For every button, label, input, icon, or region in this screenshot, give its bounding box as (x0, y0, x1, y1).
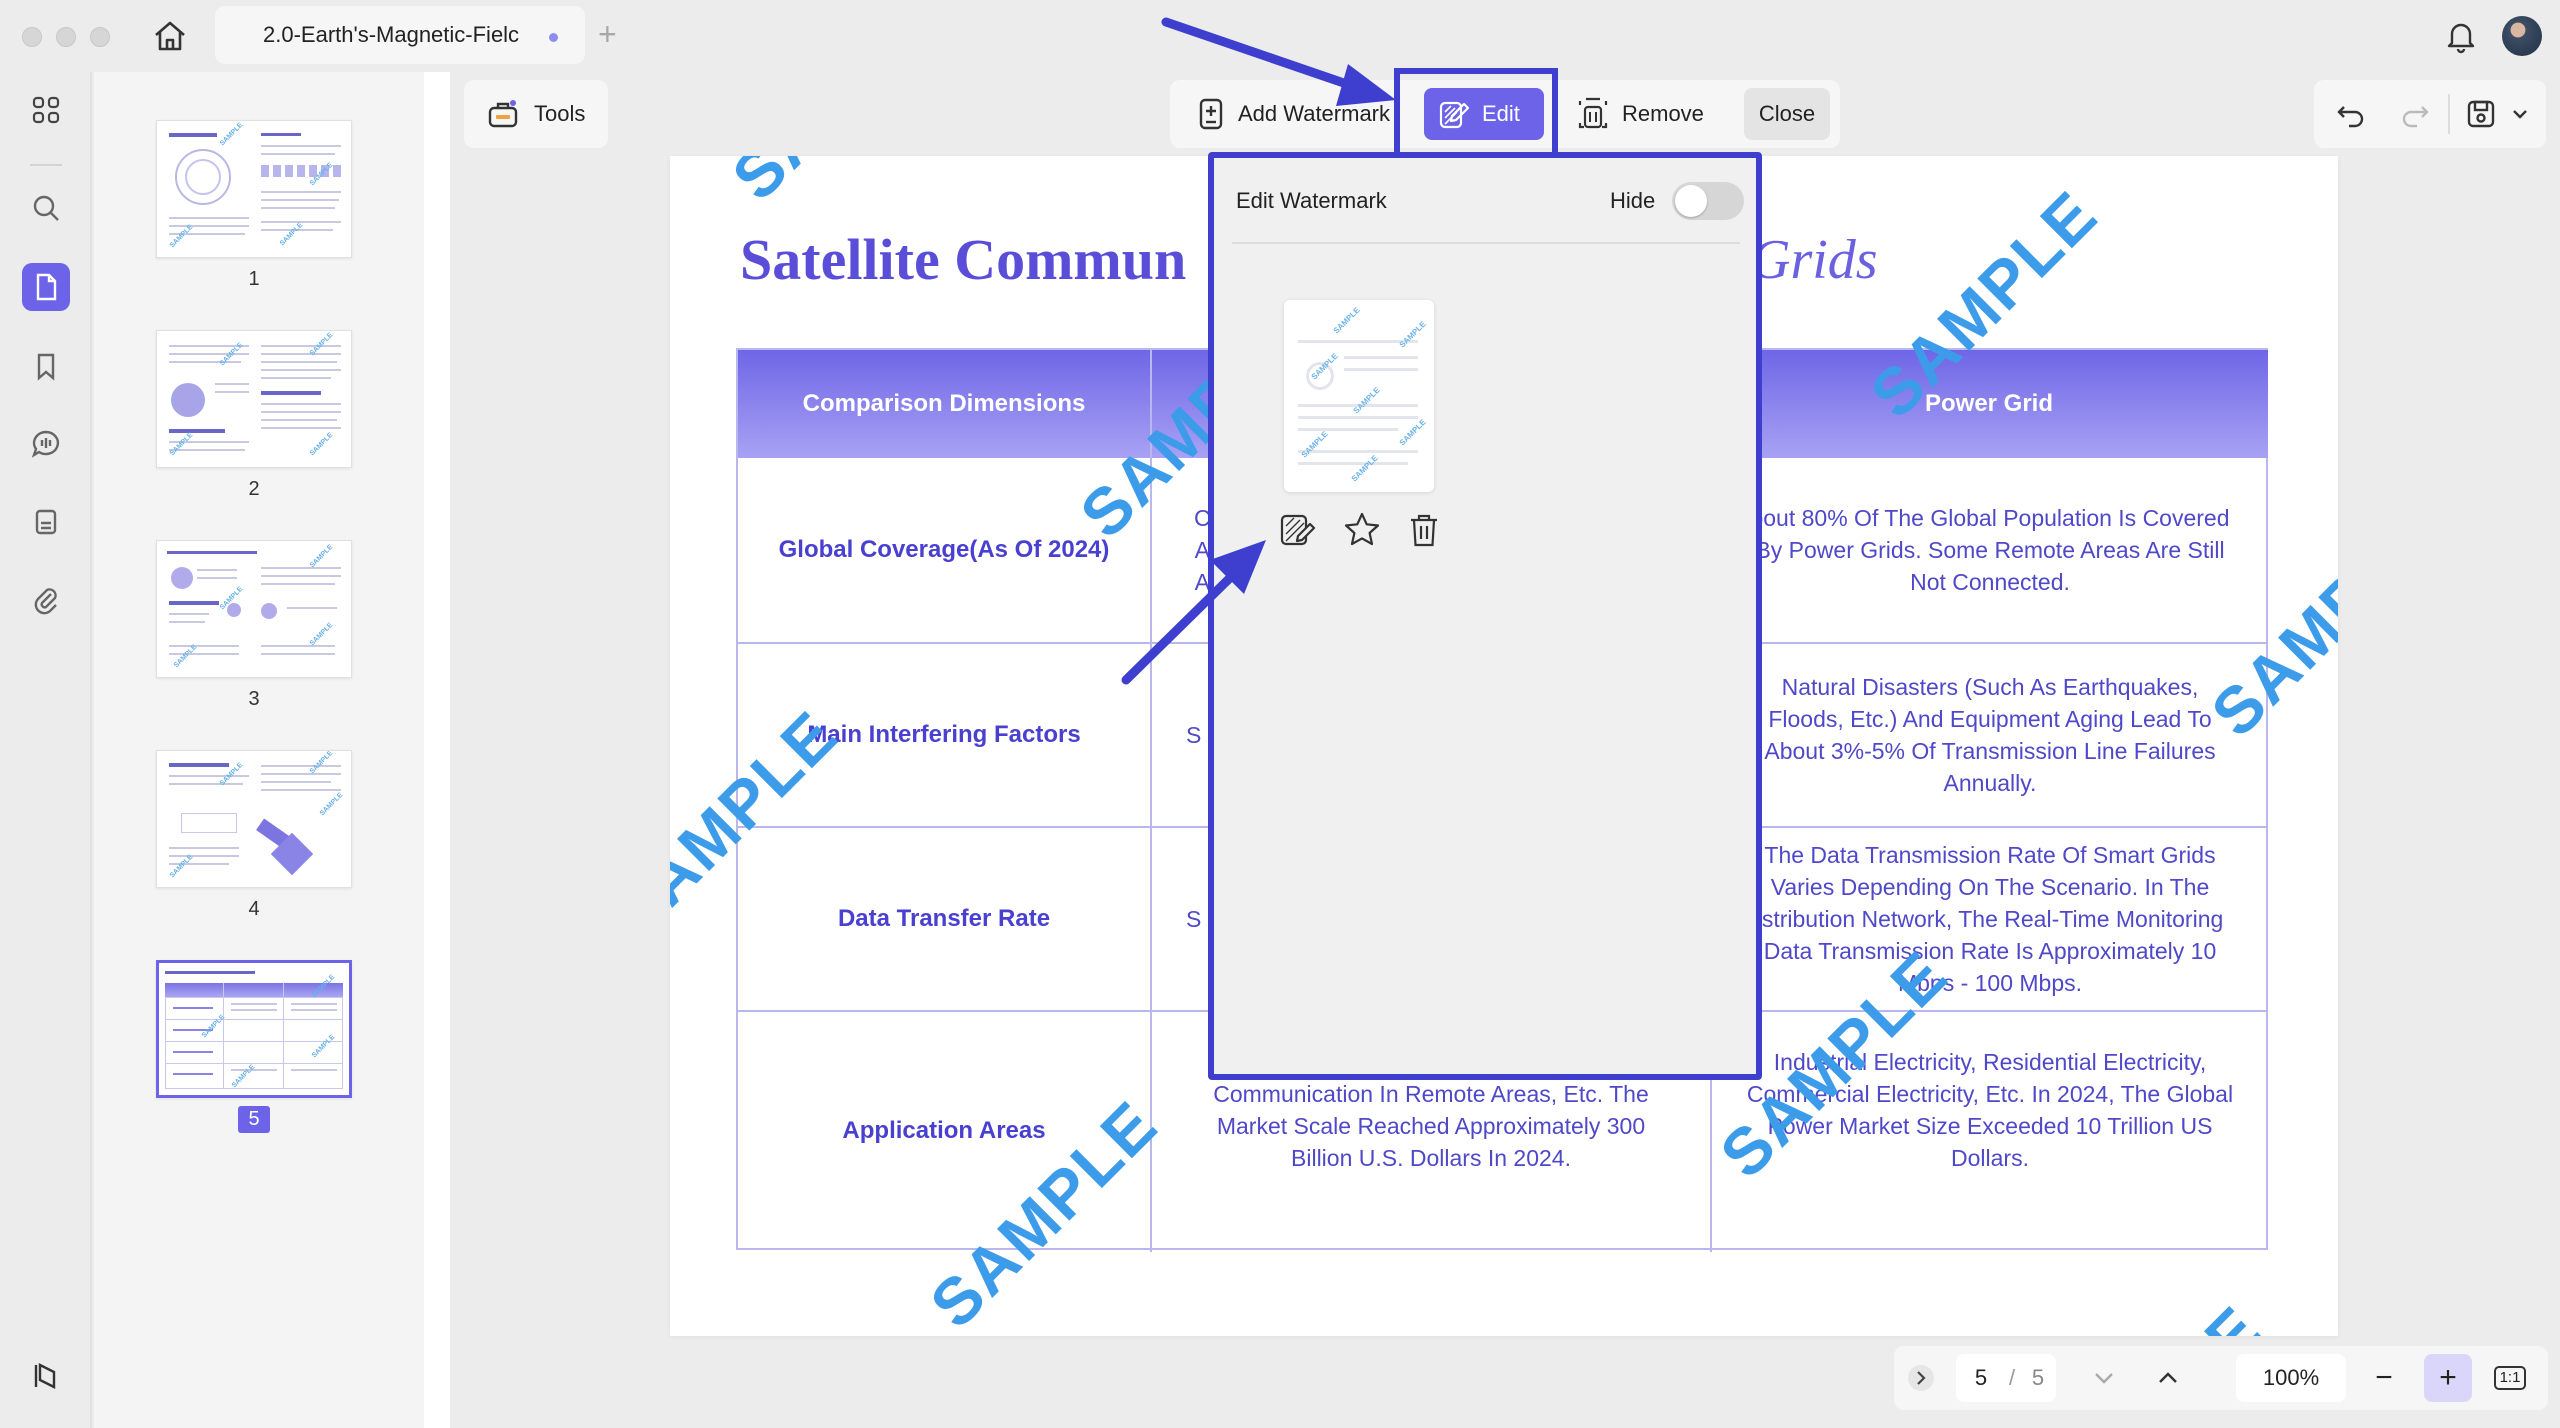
page-thumbnail-number: 1 (248, 268, 260, 290)
save-options-chevron-down-icon[interactable] (2508, 97, 2532, 131)
close-watermark-button[interactable]: Close (1744, 88, 1830, 140)
page-title-tail: Grids (1750, 229, 1878, 291)
table-cell-power-grid: bout 80% Of The Global Population Is Cov… (1750, 505, 2230, 595)
thumbnail-panel: SAMPLE SAMPLE SAMPLE SAMPLE 1 SAMPLE SAM… (94, 72, 424, 1428)
window-zoom-button[interactable] (90, 27, 110, 47)
page-thumbnail-number: 4 (248, 898, 260, 920)
page-thumbnail-1[interactable]: SAMPLE SAMPLE SAMPLE SAMPLE (156, 120, 352, 258)
table-header-power-grid: Power Grid (1710, 350, 2268, 458)
right-toolbar (2314, 80, 2546, 148)
zoom-level: 100% (2262, 1365, 2320, 1390)
actual-size-label: 1:1 (2493, 1366, 2527, 1390)
rail-divider (30, 164, 62, 166)
total-pages: 5 (2031, 1365, 2045, 1390)
page-title: Satellite Commun (740, 227, 1187, 292)
page-thumbnail-number: 3 (248, 688, 260, 710)
sidebar-toggle-icon[interactable] (22, 1352, 70, 1400)
left-icon-rail (0, 72, 92, 1428)
previous-page-chevron-up-icon[interactable] (2148, 1346, 2188, 1410)
edit-template-icon[interactable] (1278, 510, 1318, 550)
title-bar: 2.0-Earth's-Magnetic-Fielc + (0, 0, 2560, 72)
window-close-button[interactable] (22, 27, 42, 47)
app-grid-icon[interactable] (22, 86, 70, 134)
zoom-in-button[interactable]: + (2424, 1354, 2472, 1402)
user-avatar[interactable] (2502, 16, 2542, 56)
notification-bell-icon[interactable] (2442, 17, 2480, 55)
table-cell-power-grid: The Data Transmission Rate Of Smart Grid… (1756, 842, 2224, 996)
add-watermark-label: Add Watermark (1238, 101, 1391, 126)
popover-title: Edit Watermark (1236, 188, 1387, 213)
edit-button-highlight (1394, 68, 1558, 158)
window-minimize-button[interactable] (56, 27, 76, 47)
expand-chevron-right-icon[interactable] (1906, 1346, 1936, 1410)
save-icon[interactable] (2464, 97, 2498, 131)
zoom-out-button[interactable]: − (2364, 1346, 2404, 1410)
actual-size-button[interactable]: 1:1 (2488, 1346, 2532, 1410)
next-page-chevron-down-icon[interactable] (2084, 1346, 2124, 1410)
remove-watermark-button[interactable]: Remove (1562, 88, 1716, 140)
page-thumbnail-3[interactable]: SAMPLE SAMPLE SAMPLE SAMPLE (156, 540, 352, 678)
thumbnail-scrollbar[interactable] (424, 72, 450, 1428)
edit-watermark-popover: Edit Watermark Hide SAMPLE SAMPLE SAMPLE… (1208, 152, 1762, 1080)
watermark-template-card[interactable]: SAMPLE SAMPLE SAMPLE SAMPLE SAMPLE SAMPL… (1284, 300, 1434, 492)
hide-watermark-toggle[interactable] (1672, 182, 1744, 220)
add-watermark-icon (1199, 98, 1223, 130)
tools-label: Tools (534, 101, 586, 126)
attachment-icon[interactable] (22, 576, 70, 624)
remove-watermark-icon (1578, 97, 1608, 129)
watermark-text: SA (717, 156, 838, 215)
toggle-knob (1675, 185, 1707, 217)
table-cell-satellite: S (1186, 722, 1202, 748)
table-cell-power-grid: Natural Disasters (Such As Earthquakes, … (1764, 674, 2216, 796)
popover-divider (1232, 242, 1740, 244)
forms-icon[interactable] (22, 498, 70, 546)
document-tab-title: 2.0-Earth's-Magnetic-Fielc (263, 22, 520, 47)
watermark-text: E (2190, 1291, 2276, 1336)
table-cell-satellite: S (1186, 906, 1202, 932)
current-page-value: 5 (1974, 1365, 1988, 1390)
favorite-star-icon[interactable] (1342, 510, 1382, 550)
page-thumbnail-number: 2 (248, 478, 260, 500)
table-header-dimensions: Comparison Dimensions (738, 350, 1150, 458)
unsaved-dot-icon (549, 33, 558, 42)
search-icon[interactable] (22, 184, 70, 232)
document-tab[interactable]: 2.0-Earth's-Magnetic-Fielc (215, 6, 585, 64)
tools-button[interactable]: Tools (464, 80, 608, 148)
add-watermark-button[interactable]: Add Watermark (1182, 88, 1402, 140)
delete-trash-icon[interactable] (1404, 510, 1444, 550)
page-separator: / (2008, 1365, 2016, 1390)
table-cell-dimension: Data Transfer Rate (837, 905, 1051, 932)
comment-icon[interactable] (22, 420, 70, 468)
close-label: Close (1758, 101, 1816, 126)
hide-label: Hide (1610, 188, 1656, 213)
pages-panel-icon[interactable] (22, 263, 70, 311)
page-thumbnail-4[interactable]: SAMPLE SAMPLE SAMPLE SAMPLE (156, 750, 352, 888)
remove-label: Remove (1622, 101, 1704, 126)
page-thumbnail-5[interactable]: SAMPLE SAMPLE SAMPLE SAMPLE (156, 960, 352, 1098)
bookmark-icon[interactable] (22, 342, 70, 390)
undo-icon[interactable] (2334, 97, 2368, 131)
toolbar-divider (2448, 94, 2450, 134)
redo-icon[interactable] (2398, 97, 2432, 131)
page-thumbnail-number-current: 5 (156, 1106, 352, 1133)
new-tab-button[interactable]: + (598, 14, 617, 54)
page-navigation-bar: 5 / 5 100% − + 1:1 (1894, 1346, 2548, 1410)
home-icon[interactable] (150, 16, 190, 56)
page-thumbnail-2[interactable]: SAMPLE SAMPLE SAMPLE SAMPLE (156, 330, 352, 468)
toolbox-icon (488, 100, 518, 128)
